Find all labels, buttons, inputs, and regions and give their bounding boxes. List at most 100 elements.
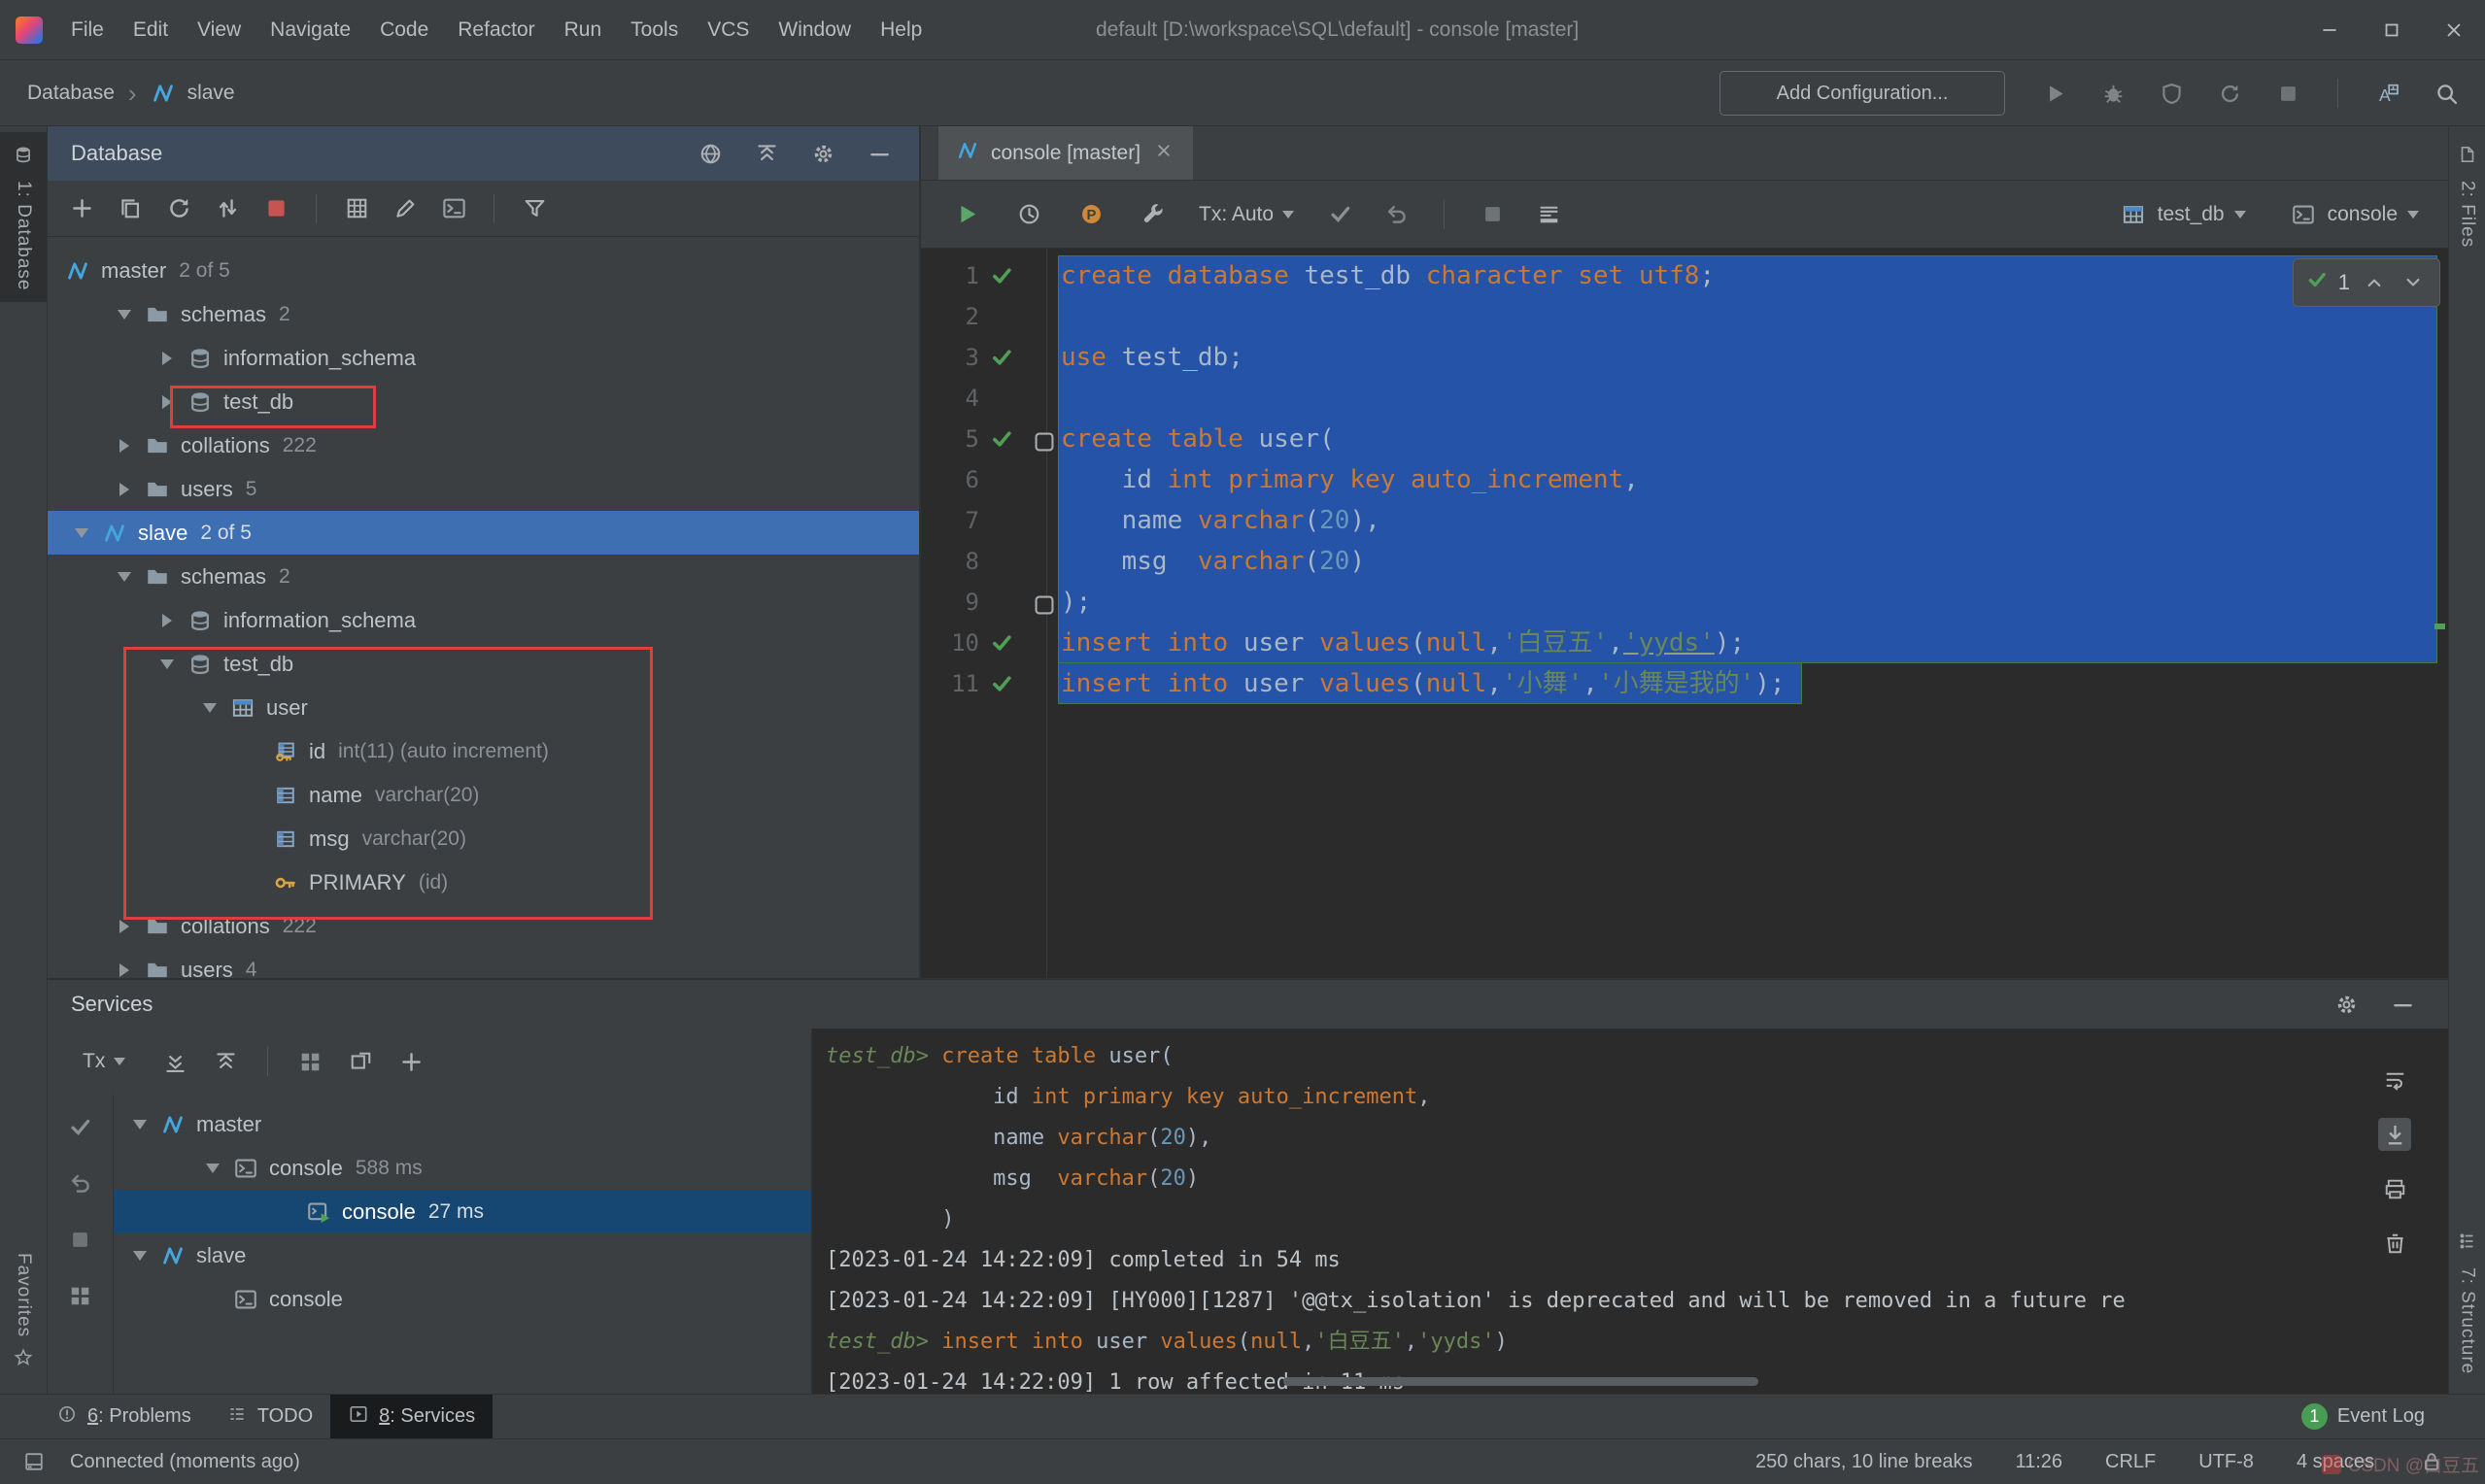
db-tree-item-primary[interactable]: PRIMARY (id) <box>48 860 919 904</box>
translate-icon[interactable]: A <box>2371 77 2404 110</box>
expand-all-icon[interactable] <box>158 1045 191 1078</box>
add-icon[interactable] <box>65 192 98 225</box>
console-icon[interactable] <box>437 192 470 225</box>
chevron-down-icon[interactable] <box>149 659 186 669</box>
grid-icon[interactable] <box>340 192 373 225</box>
stop-gray-icon[interactable] <box>2271 77 2304 110</box>
globe-icon[interactable] <box>694 137 727 170</box>
clear-icon[interactable] <box>2378 1227 2411 1260</box>
chevron-down-icon[interactable] <box>121 1251 158 1261</box>
chevron-right-icon[interactable] <box>106 483 143 496</box>
tab-console-master[interactable]: console [master] <box>938 126 1194 180</box>
minimize-icon[interactable] <box>863 137 896 170</box>
database-selector[interactable]: test_db <box>2119 200 2246 229</box>
float-mode-icon[interactable] <box>344 1045 377 1078</box>
console-selector[interactable]: console <box>2289 200 2419 229</box>
tool-strip-favorites-tab[interactable]: Favorites <box>0 1241 47 1386</box>
restart-icon[interactable] <box>2213 77 2246 110</box>
menu-window[interactable]: Window <box>764 0 866 59</box>
db-tree-item-users[interactable]: users 5 <box>48 467 919 511</box>
statement-marker-icon[interactable] <box>1032 590 1057 615</box>
services-tree-item-slave[interactable]: slave <box>114 1233 811 1277</box>
chevron-right-icon[interactable] <box>149 352 186 365</box>
chevron-right-icon[interactable] <box>106 963 143 977</box>
chevron-right-icon[interactable] <box>149 614 186 627</box>
db-tree-item-msg[interactable]: msg varchar(20) <box>48 817 919 860</box>
tx-mode-selector[interactable]: Tx: Auto <box>1199 203 1295 226</box>
db-tree-item-collations[interactable]: collations 222 <box>48 423 919 467</box>
menu-help[interactable]: Help <box>866 0 936 59</box>
parameters-icon[interactable]: P <box>1074 198 1107 231</box>
soft-wrap-icon[interactable] <box>2378 1063 2411 1096</box>
debug-icon[interactable] <box>2096 77 2129 110</box>
db-tree-item-slave[interactable]: slave 2 of 5 <box>48 511 919 555</box>
caret-position[interactable]: 11:26 <box>2015 1451 2062 1473</box>
chevron-down-icon[interactable] <box>121 1120 158 1130</box>
editor-line-2[interactable]: 2 <box>921 296 2448 337</box>
gear-icon[interactable] <box>806 137 839 170</box>
menu-code[interactable]: Code <box>365 0 443 59</box>
sync-icon[interactable] <box>211 192 244 225</box>
chevron-right-icon[interactable] <box>106 439 143 453</box>
editor-line-3[interactable]: 3 use test_db; <box>921 337 2448 378</box>
stop-gray-icon[interactable] <box>1476 198 1509 231</box>
editor-line-11[interactable]: 11 insert into user values(null,'小舞','小舞是… <box>921 663 2448 704</box>
maximize-button[interactable] <box>2361 0 2423 60</box>
history-icon[interactable] <box>1012 198 1045 231</box>
collapse-all-icon[interactable] <box>209 1045 242 1078</box>
db-tree-item-collations[interactable]: collations 222 <box>48 904 919 948</box>
add-configuration-button[interactable]: Add Configuration... <box>1719 71 2005 116</box>
horizontal-scrollbar[interactable] <box>1283 1377 1758 1386</box>
menu-vcs[interactable]: VCS <box>693 0 764 59</box>
minimize-button[interactable] <box>2298 0 2361 60</box>
toolwindow-toggle-icon[interactable] <box>19 1447 49 1476</box>
tool-strip-structure-tab[interactable]: 7: Structure <box>2449 1219 2485 1386</box>
encoding-indicator[interactable]: UTF-8 <box>2198 1451 2254 1473</box>
db-tree-item-user[interactable]: user <box>48 686 919 729</box>
editor-line-7[interactable]: 7 name varchar(20), <box>921 500 2448 541</box>
add-icon[interactable] <box>394 1045 427 1078</box>
gear-icon[interactable] <box>2330 988 2363 1021</box>
menu-navigate[interactable]: Navigate <box>255 0 365 59</box>
refresh-icon[interactable] <box>162 192 195 225</box>
squares-icon[interactable] <box>293 1045 326 1078</box>
event-log-button[interactable]: 1 Event Log <box>2284 1395 2442 1439</box>
chevron-down-icon[interactable] <box>106 310 143 320</box>
scroll-end-icon[interactable] <box>2378 1118 2411 1151</box>
editor-body[interactable]: 1 create database test_db character set u… <box>921 249 2448 978</box>
minimize-icon[interactable] <box>2386 988 2419 1021</box>
statement-marker-icon[interactable] <box>1032 426 1057 452</box>
squares-icon[interactable] <box>64 1279 97 1312</box>
services-tx-selector[interactable]: Tx <box>83 1050 126 1073</box>
close-tab-icon[interactable] <box>1152 139 1175 168</box>
menu-run[interactable]: Run <box>550 0 617 59</box>
problems-button[interactable]: 6: Problems <box>39 1395 209 1439</box>
editor-line-6[interactable]: 6 id int primary key auto_increment, <box>921 459 2448 500</box>
edit-icon[interactable] <box>389 192 422 225</box>
menu-tools[interactable]: Tools <box>616 0 693 59</box>
chevron-down-icon[interactable] <box>194 1164 231 1173</box>
indent-indicator[interactable]: 4 spaces <box>2297 1451 2374 1473</box>
services-tree-item-console[interactable]: console 27 ms <box>114 1190 811 1233</box>
print-icon[interactable] <box>2378 1172 2411 1205</box>
menu-file[interactable]: File <box>56 0 119 59</box>
db-tree-item-test_db[interactable]: test_db <box>48 380 919 423</box>
search-icon[interactable] <box>2430 77 2463 110</box>
wrench-icon[interactable] <box>1137 198 1170 231</box>
copy-icon[interactable] <box>114 192 147 225</box>
chevron-right-icon[interactable] <box>149 395 186 409</box>
chevron-down-icon[interactable] <box>63 528 100 538</box>
run-green-icon[interactable] <box>950 198 983 231</box>
commit-check-icon[interactable] <box>64 1110 97 1143</box>
run-disabled-icon[interactable] <box>2038 77 2071 110</box>
services-button[interactable]: 8: Services <box>330 1394 494 1439</box>
rollback-icon[interactable] <box>1379 198 1413 231</box>
chevron-right-icon[interactable] <box>106 920 143 933</box>
tool-strip-database-tab[interactable]: 1: Database <box>0 132 47 303</box>
stop-red-icon[interactable] <box>259 192 292 225</box>
editor-line-4[interactable]: 4 <box>921 378 2448 419</box>
breadcrumb-database[interactable]: Database <box>27 82 115 105</box>
services-tree-item-master[interactable]: master <box>114 1102 811 1146</box>
db-tree-item-id[interactable]: id int(11) (auto increment) <box>48 729 919 773</box>
db-tree-item-information_schema[interactable]: information_schema <box>48 598 919 642</box>
